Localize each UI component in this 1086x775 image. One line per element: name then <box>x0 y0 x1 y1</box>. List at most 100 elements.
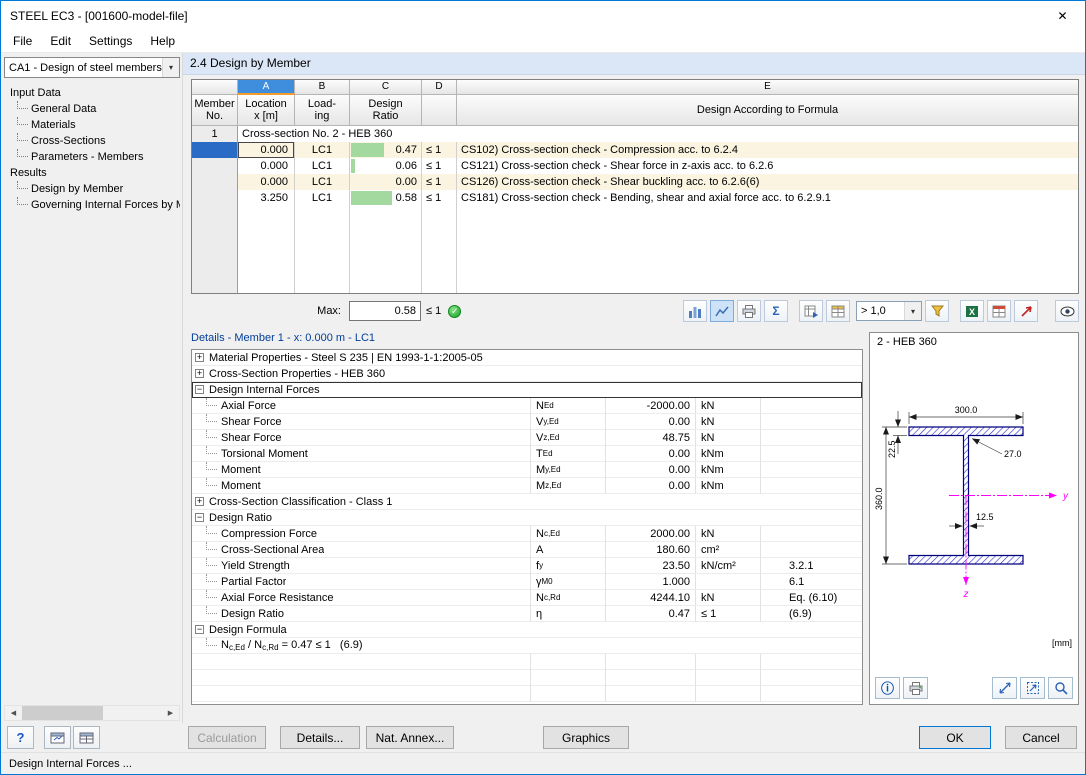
calculation-button[interactable]: Calculation <box>188 726 266 749</box>
design-ratio-cell[interactable]: 0.47 <box>350 142 422 158</box>
ok-button[interactable]: OK <box>919 726 991 749</box>
tree-item-results[interactable]: Results <box>4 165 180 181</box>
tree-item-general-data[interactable]: General Data <box>4 101 180 117</box>
result-diagram-button[interactable] <box>683 300 707 322</box>
column-letter-e[interactable]: E <box>457 80 1078 95</box>
results-row[interactable]: 0.000LC10.47≤ 1CS102) Cross-section chec… <box>192 142 1078 158</box>
details-item-row[interactable]: MomentMy,Ed0.00kNm <box>192 462 862 478</box>
zoom-window-button[interactable] <box>1020 677 1045 699</box>
zoom-all-button[interactable] <box>992 677 1017 699</box>
scrollbar-track[interactable] <box>22 706 162 720</box>
column-letter-a[interactable]: A <box>238 80 295 95</box>
details-item-row[interactable]: Axial ForceNEd-2000.00kN <box>192 398 862 414</box>
details-item-row[interactable] <box>192 654 862 670</box>
design-ratio-cell[interactable]: 0.58 <box>350 190 422 206</box>
expand-icon[interactable]: + <box>195 353 204 362</box>
collapse-icon[interactable]: − <box>195 385 204 394</box>
expand-icon[interactable]: + <box>195 369 204 378</box>
details-section-row[interactable]: +Material Properties - Steel S 235 | EN … <box>192 350 862 366</box>
loading-cell[interactable]: LC1 <box>295 190 350 206</box>
scroll-right-button[interactable]: ▶ <box>162 706 179 720</box>
row-selector-cell[interactable] <box>192 158 238 174</box>
tree-item-parameters-members[interactable]: Parameters - Members <box>4 149 180 165</box>
design-ratio-cell[interactable]: 0.06 <box>350 158 422 174</box>
details-item-row[interactable]: Cross-Sectional AreaA180.60cm² <box>192 542 862 558</box>
visibility-button[interactable] <box>1055 300 1079 322</box>
results-row[interactable]: 3.250LC10.58≤ 1CS181) Cross-section chec… <box>192 190 1078 206</box>
design-case-dropdown[interactable]: CA1 - Design of steel members ▾ <box>4 57 180 78</box>
import-table-button[interactable] <box>826 300 850 322</box>
export-table-button[interactable] <box>799 300 823 322</box>
navigator-hscrollbar[interactable]: ◀ ▶ <box>4 705 180 721</box>
expand-icon[interactable]: + <box>195 497 204 506</box>
ratio-filter-dropdown[interactable]: > 1,0 ▾ <box>856 301 922 321</box>
location-cell[interactable]: 3.250 <box>238 190 295 206</box>
scroll-left-button[interactable]: ◀ <box>5 706 22 720</box>
row-selector-cell[interactable] <box>192 142 238 158</box>
graphics-button[interactable]: Graphics <box>543 726 629 749</box>
details-section-row[interactable]: −Design Formula <box>192 622 862 638</box>
loading-cell[interactable]: LC1 <box>295 142 350 158</box>
details-button[interactable]: Details... <box>280 726 360 749</box>
scrollbar-thumb[interactable] <box>22 706 103 720</box>
close-button[interactable]: ✕ <box>1040 1 1085 30</box>
loading-cell[interactable]: LC1 <box>295 174 350 190</box>
tree-item-design-by-member[interactable]: Design by Member <box>4 181 180 197</box>
collapse-icon[interactable]: − <box>195 625 204 634</box>
menu-edit[interactable]: Edit <box>41 31 80 51</box>
loading-header[interactable]: Load- ing <box>295 95 350 126</box>
column-letter-d[interactable]: D <box>422 80 457 95</box>
results-row[interactable]: 0.000LC10.00≤ 1CS126) Cross-section chec… <box>192 174 1078 190</box>
filter-button[interactable] <box>925 300 949 322</box>
row-selector-cell[interactable] <box>192 174 238 190</box>
column-letter-b[interactable]: B <box>295 80 350 95</box>
details-section-row[interactable]: −Design Ratio <box>192 510 862 526</box>
tree-item-cross-sections[interactable]: Cross-Sections <box>4 133 180 149</box>
details-item-row[interactable]: Axial Force ResistanceNc,Rd4244.10kNEq. … <box>192 590 862 606</box>
pick-member-button[interactable] <box>1014 300 1038 322</box>
column-letter-c[interactable]: C <box>350 80 422 95</box>
details-item-row[interactable]: Compression ForceNc,Ed2000.00kN <box>192 526 862 542</box>
location-cell[interactable]: 0.000 <box>238 174 295 190</box>
details-section-row[interactable]: +Cross-Section Properties - HEB 360 <box>192 366 862 382</box>
location-cell[interactable]: 0.000 <box>238 158 295 174</box>
tree-item-governing-internal-forces-by-m[interactable]: Governing Internal Forces by M <box>4 197 180 213</box>
details-section-row[interactable]: −Design Internal Forces <box>192 382 862 398</box>
cancel-button[interactable]: Cancel <box>1005 726 1077 749</box>
details-item-row[interactable]: Partial FactorγM01.0006.1 <box>192 574 862 590</box>
print-graphic-button[interactable] <box>903 677 928 699</box>
excel-export-button[interactable]: X <box>960 300 984 322</box>
loading-cell[interactable]: LC1 <box>295 158 350 174</box>
result-table-button[interactable] <box>987 300 1011 322</box>
tree-item-input-data[interactable]: Input Data <box>4 85 180 101</box>
location-cell[interactable]: 0.000 <box>238 142 295 158</box>
details-item-row[interactable]: Design Ratioη0.47≤ 1(6.9) <box>192 606 862 622</box>
results-row[interactable]: 0.000LC10.06≤ 1CS121) Cross-section chec… <box>192 158 1078 174</box>
design-ratio-cell[interactable]: 0.00 <box>350 174 422 190</box>
details-item-row[interactable]: Torsional MomentTEd0.00kNm <box>192 446 862 462</box>
details-item-row[interactable] <box>192 686 862 702</box>
location-header[interactable]: Location x [m] <box>238 95 295 126</box>
print-button[interactable] <box>737 300 761 322</box>
help-button[interactable]: ? <box>7 726 34 749</box>
menu-help[interactable]: Help <box>141 31 184 51</box>
details-formula-row[interactable]: Nc,Ed / Nc,Rd = 0.47 ≤ 1 (6.9) <box>192 638 862 654</box>
member-no-header[interactable]: Member No. <box>192 95 238 126</box>
design-ratio-header[interactable]: Design Ratio <box>350 95 422 126</box>
collapse-icon[interactable]: − <box>195 513 204 522</box>
menu-settings[interactable]: Settings <box>80 31 141 51</box>
details-section-row[interactable]: +Cross-Section Classification - Class 1 <box>192 494 862 510</box>
graphic-view-button[interactable] <box>44 726 71 749</box>
sum-button[interactable]: Σ <box>764 300 788 322</box>
design-formula-header[interactable]: Design According to Formula <box>457 95 1078 126</box>
info-button[interactable]: ⓘ <box>875 677 900 699</box>
row-selector-cell[interactable] <box>192 190 238 206</box>
details-item-row[interactable]: Shear ForceVy,Ed0.00kN <box>192 414 862 430</box>
zoom-in-button[interactable] <box>1048 677 1073 699</box>
details-item-row[interactable]: Shear ForceVz,Ed48.75kN <box>192 430 862 446</box>
details-item-row[interactable] <box>192 670 862 686</box>
menu-file[interactable]: File <box>4 31 41 51</box>
details-item-row[interactable]: Yield Strengthfy23.50kN/cm²3.2.1 <box>192 558 862 574</box>
result-curve-button[interactable] <box>710 300 734 322</box>
table-view-button[interactable] <box>73 726 100 749</box>
